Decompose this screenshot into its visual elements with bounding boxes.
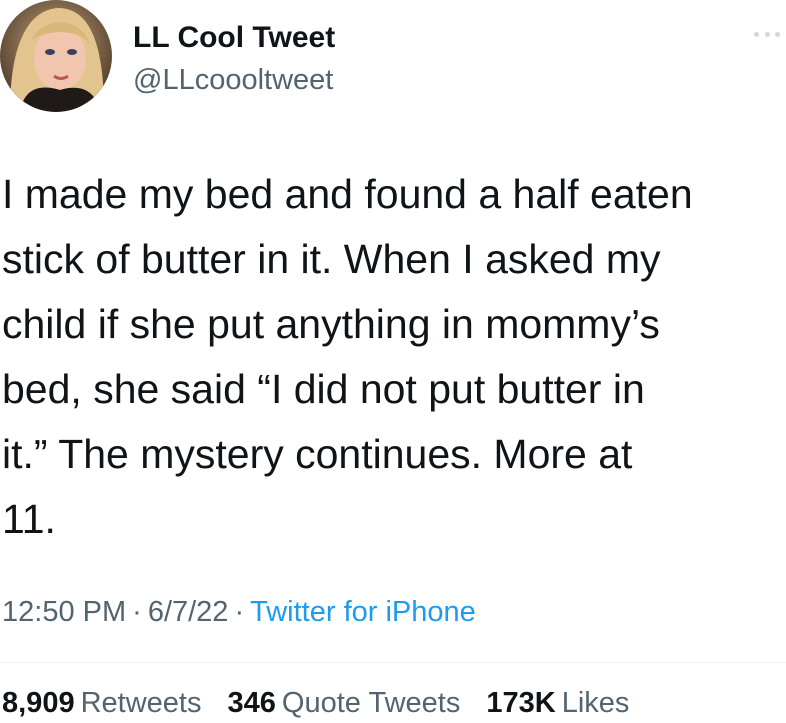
quote-tweets-stat[interactable]: 346 Quote Tweets	[228, 683, 461, 723]
retweets-count: 8,909	[2, 687, 75, 719]
more-dot	[764, 31, 770, 37]
tweet-meta: 12:50 PM · 6/7/22 · Twitter for iPhone	[2, 592, 476, 632]
quote-tweets-count: 346	[227, 687, 276, 719]
more-dot	[775, 31, 780, 37]
divider	[0, 662, 786, 663]
tweet-text: I made my bed and found a half eaten sti…	[2, 171, 693, 542]
avatar[interactable]	[0, 0, 112, 112]
likes-stat[interactable]: 173K Likes	[486, 683, 629, 723]
meta-separator: ·	[132, 596, 142, 628]
retweets-label: Retweets	[80, 687, 202, 719]
tweet-source-link[interactable]: Twitter for iPhone	[250, 596, 476, 628]
author-display-name[interactable]: LL Cool Tweet	[133, 20, 335, 56]
tweet-stats: 8,909 Retweets 346 Quote Tweets 173K Likes	[2, 683, 647, 723]
more-dot	[754, 31, 759, 37]
quote-tweets-label: Quote Tweets	[281, 687, 461, 719]
likes-count: 173K	[486, 687, 556, 719]
profile-photo-icon	[0, 0, 112, 112]
author-handle[interactable]: @LLcoooltweet	[133, 63, 333, 97]
likes-label: Likes	[561, 687, 630, 719]
more-options-icon[interactable]	[754, 28, 780, 40]
tweet-date[interactable]: 6/7/22	[148, 596, 229, 628]
meta-separator: ·	[234, 596, 245, 628]
retweets-stat[interactable]: 8,909 Retweets	[2, 683, 201, 723]
tweet-time[interactable]: 12:50 PM	[2, 596, 126, 628]
